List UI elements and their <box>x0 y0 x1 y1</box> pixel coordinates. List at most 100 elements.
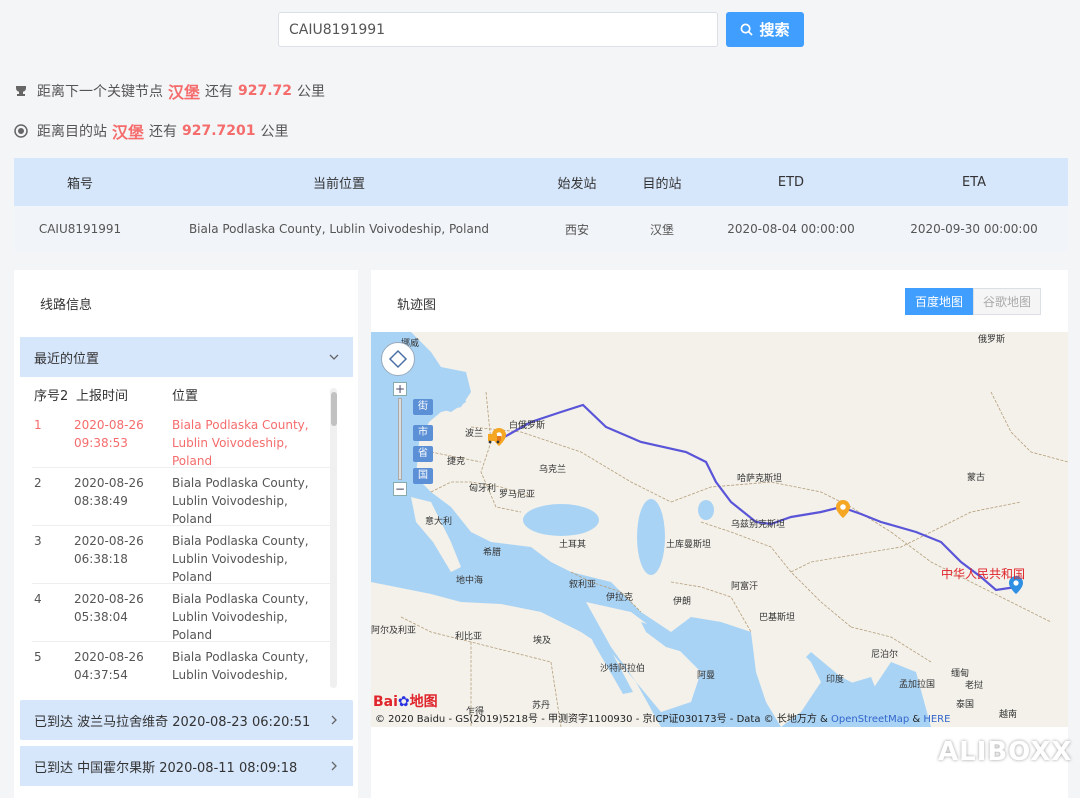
map-canvas[interactable]: 白俄罗斯 波兰 乌克兰 捷克 匈牙利 罗马尼亚 意大利 希腊 土耳其 叙利亚 伊… <box>371 332 1068 727</box>
next-node-distance-value: 927.72 <box>238 83 293 99</box>
destination-distance: 距离目的站 汉堡 还有 927.7201 公里 <box>14 119 289 143</box>
target-icon <box>14 124 28 138</box>
container-search-input[interactable] <box>278 12 718 47</box>
row-date: 2020-08-26 <box>74 418 144 432</box>
list-item: 2 2020-08-26 08:38:49 Biala Podlaska County… <box>32 468 332 526</box>
arrived-khorgos[interactable]: 已到达 中国霍尔果斯 2020-08-11 08:09:18 <box>20 746 353 786</box>
label-iran: 伊朗 <box>673 597 692 607</box>
label-iraq: 伊拉克 <box>606 593 634 603</box>
header-destination: 目的站 <box>642 176 682 192</box>
row-loc-line3: Poland <box>172 512 213 526</box>
cell-eta: 2020-09-30 00:00:00 <box>910 222 1038 236</box>
row-date: 2020-08-26 <box>74 650 144 664</box>
zoom-in-button[interactable]: + <box>393 382 407 396</box>
row-location: Biala Podlaska County, Lublin Voivodeship… <box>164 590 324 642</box>
row-loc-line3: Poland <box>172 570 213 584</box>
level-province-tag[interactable]: 省 <box>413 446 433 462</box>
zoom-out-button[interactable]: − <box>393 482 407 496</box>
label-turkey: 土耳其 <box>559 540 587 550</box>
watermark-text: ALIBOXX <box>938 737 1073 767</box>
destination-distance-value: 927.7201 <box>182 123 256 139</box>
label-italy: 意大利 <box>425 517 453 527</box>
label-afghanistan: 阿富汗 <box>731 582 759 592</box>
row-loc-line2: Lublin Voivodeship, <box>172 552 288 566</box>
row-loc-line3: Poland <box>172 454 213 468</box>
col-seq: 序号2 <box>34 388 69 404</box>
level-city-tag[interactable]: 市 <box>413 425 433 441</box>
col-report-time: 上报时间 <box>76 388 129 404</box>
row-date: 2020-08-26 <box>74 534 144 548</box>
label-belarus: 白俄罗斯 <box>509 421 546 431</box>
arrived-khorgos-label: 已到达 中国霍尔果斯 2020-08-11 08:09:18 <box>34 760 298 776</box>
trophy-icon <box>14 84 28 98</box>
row-loc-line2: Lublin Voivodeship, <box>172 610 288 624</box>
row-report-time: 2020-08-26 08:38:49 <box>74 474 164 519</box>
label-libya: 利比亚 <box>455 632 483 642</box>
tab-baidu-map[interactable]: 百度地图 <box>905 288 974 315</box>
level-country-tag[interactable]: 国 <box>413 468 433 484</box>
row-loc-line2: Lublin Voivodeship, <box>172 494 288 508</box>
destination-prefix: 距离目的站 <box>37 124 107 140</box>
label-ukraine: 乌克兰 <box>539 465 567 475</box>
row-loc-line1: Biala Podlaska County, <box>172 534 309 548</box>
label-pakistan: 巴基斯坦 <box>759 613 796 623</box>
map-copyright: © 2020 Baidu - GS(2019)5218号 - 甲测资字11009… <box>375 710 950 725</box>
map-type-tabs: 百度地图 谷歌地图 <box>905 288 1042 315</box>
cell-origin: 西安 <box>564 222 589 237</box>
next-node-unit: 公里 <box>297 84 326 100</box>
cell-destination: 汉堡 <box>649 222 674 237</box>
label-russia: 俄罗斯 <box>978 335 1006 345</box>
row-seq: 3 <box>34 534 42 548</box>
label-greece: 希腊 <box>483 548 502 558</box>
search-button[interactable]: 搜索 <box>726 12 804 47</box>
latest-location-section[interactable]: 最近的位置 <box>20 337 353 377</box>
label-china: 中华人民共和国 <box>941 567 1026 581</box>
search-button-label: 搜索 <box>759 21 790 39</box>
label-syria: 叙利亚 <box>569 580 597 590</box>
here-link[interactable]: HERE <box>923 714 950 725</box>
row-loc-line2: Lublin Voivodeship, <box>172 436 288 450</box>
tab-google-map[interactable]: 谷歌地图 <box>973 288 1042 315</box>
next-node-prefix: 距离下一个关键节点 <box>37 84 163 100</box>
location-list-scroll-thumb[interactable] <box>331 392 337 426</box>
row-loc-line3: Poland <box>172 628 213 642</box>
cell-container-no: CAIU8191991 <box>38 222 122 236</box>
arrived-malaszewicze-label: 已到达 波兰马拉舍维奇 2020-08-23 06:20:51 <box>34 714 311 730</box>
location-list-scrollbar[interactable] <box>330 388 337 688</box>
label-nepal: 尼泊尔 <box>871 650 899 660</box>
row-report-time: 2020-08-26 04:37:54 <box>74 648 164 680</box>
baidu-logo-suffix: 地图 <box>409 694 438 710</box>
pan-arrows-icon <box>388 349 408 369</box>
level-street-tag[interactable]: 街 <box>413 399 433 415</box>
destination-mid: 还有 <box>149 124 178 140</box>
chevron-down-icon <box>329 354 339 360</box>
map-pan-control[interactable] <box>381 342 415 376</box>
copyright-amp: & <box>909 714 924 725</box>
list-item: 1 2020-08-26 09:38:53 Biala Podlaska County… <box>32 410 332 468</box>
search-icon <box>741 23 754 36</box>
paw-icon: ✿ <box>397 694 410 710</box>
openstreetmap-link[interactable]: OpenStreetMap <box>831 714 909 725</box>
arrived-malaszewicze[interactable]: 已到达 波兰马拉舍维奇 2020-08-23 06:20:51 <box>20 700 353 740</box>
zoom-slider[interactable] <box>398 398 402 480</box>
row-seq: 1 <box>34 418 42 432</box>
label-thailand: 泰国 <box>956 700 975 710</box>
row-seq: 4 <box>34 592 42 606</box>
row-time: 08:38:49 <box>74 494 128 508</box>
row-location: Biala Podlaska County, Lublin Voivodeship… <box>164 532 324 584</box>
row-location: Biala Podlaska County, Lublin Voivodeship… <box>164 648 324 680</box>
row-date: 2020-08-26 <box>74 592 144 606</box>
route-info-panel: 线路信息 最近的位置 序号2 上报时间 位置 1 2020-08-26 09:38:… <box>14 270 358 798</box>
location-list-header: 序号2 上报时间 位置 <box>32 378 332 410</box>
next-node-distance: 距离下一个关键节点 汉堡 还有 927.72 公里 <box>14 79 325 103</box>
row-time: 04:37:54 <box>74 668 128 680</box>
location-list[interactable]: 序号2 上报时间 位置 1 2020-08-26 09:38:53 Biala Pod… <box>32 378 332 680</box>
table-header: 箱号 当前位置 始发站 目的站 ETD ETA <box>14 158 1068 206</box>
row-report-time: 2020-08-26 09:38:53 <box>74 416 164 461</box>
row-date: 2020-08-26 <box>74 476 144 490</box>
row-report-time: 2020-08-26 06:38:18 <box>74 532 164 577</box>
row-time: 06:38:18 <box>74 552 128 566</box>
row-time: 09:38:53 <box>74 436 128 450</box>
label-algeria: 阿尔及利亚 <box>371 626 417 636</box>
black-sea <box>523 504 599 536</box>
